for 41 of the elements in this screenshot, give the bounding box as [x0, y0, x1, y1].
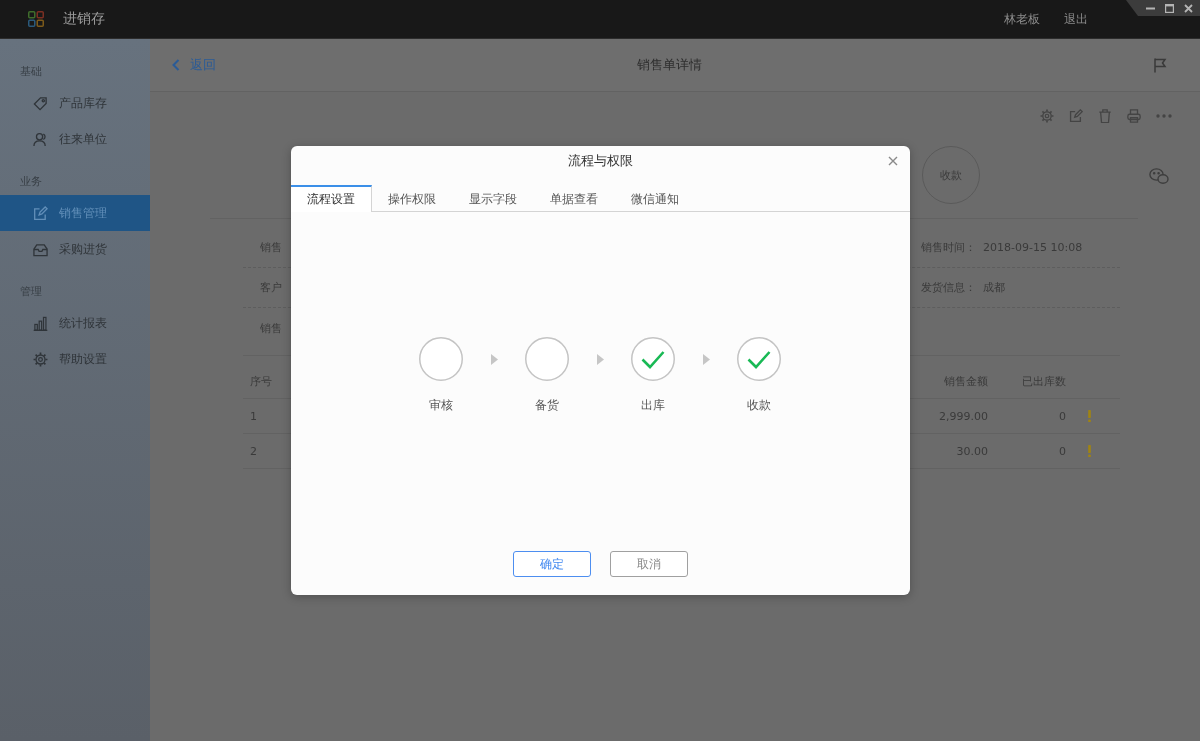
dialog-title: 流程与权限 [567, 151, 633, 170]
logo-icon [28, 11, 44, 27]
confirm-button[interactable]: 确定 [512, 551, 591, 577]
gear-icon [33, 351, 48, 367]
sidebar-item[interactable]: 产品库存 [0, 85, 150, 121]
settings-icon[interactable] [1040, 109, 1054, 123]
app-title: 进销存 [63, 10, 105, 28]
close-icon[interactable] [887, 155, 898, 166]
dialog-tab[interactable]: 单据查看 [533, 185, 615, 211]
tag-icon [33, 95, 48, 111]
user-name[interactable]: 林老板 [1004, 10, 1040, 28]
close-icon[interactable] [1184, 3, 1193, 13]
step-label: 审核 [429, 397, 453, 414]
dialog-tab[interactable]: 流程设置 [290, 185, 372, 212]
sidebar-item[interactable]: 销售管理 [0, 195, 150, 231]
step-label: 收款 [747, 397, 771, 414]
sidebar-item[interactable]: 统计报表 [0, 305, 150, 341]
maximize-icon[interactable] [1165, 3, 1174, 13]
caret-right-icon [490, 353, 498, 365]
dialog-tab[interactable]: 操作权限 [371, 185, 453, 211]
more-icon[interactable] [1156, 114, 1172, 118]
logout-link[interactable]: 退出 [1064, 10, 1088, 28]
step-label: 备货 [535, 397, 559, 414]
inbox-icon [33, 241, 48, 257]
step-label: 出库 [641, 397, 665, 414]
page-title: 销售单详情 [637, 56, 702, 74]
caret-right-icon [596, 353, 604, 365]
sidebar-item[interactable]: 往来单位 [0, 121, 150, 157]
flag-icon[interactable] [1153, 57, 1167, 73]
chat-bubbles-icon[interactable] [1149, 167, 1169, 185]
cancel-button[interactable]: 取消 [609, 551, 688, 577]
caret-right-icon [702, 353, 710, 365]
edit-icon[interactable] [1069, 109, 1083, 123]
trash-icon[interactable] [1098, 109, 1112, 123]
dialog-tab[interactable]: 微信通知 [614, 185, 696, 211]
user-icon [33, 131, 48, 147]
chevron-left-icon [172, 59, 180, 71]
printer-icon[interactable] [1127, 109, 1141, 123]
dialog-tab[interactable]: 显示字段 [452, 185, 534, 211]
bar-chart-icon [33, 315, 48, 331]
edit-icon [33, 205, 48, 221]
